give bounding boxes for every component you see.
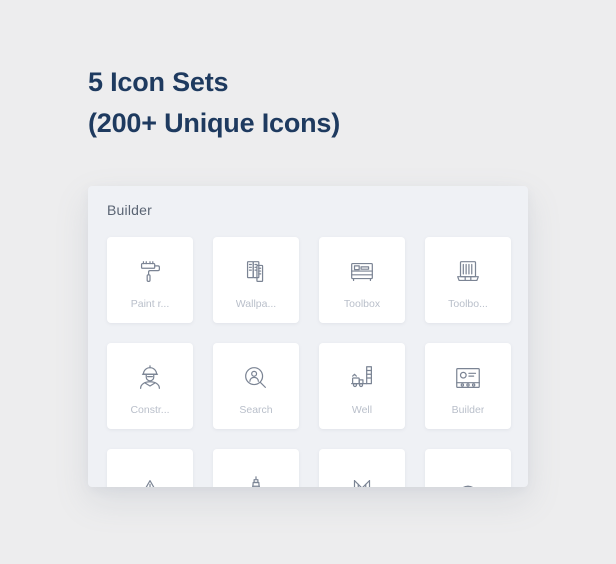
icon-card[interactable]: Paint r... xyxy=(107,237,193,323)
icon-set-panel: Builder Paint r... Wallpa... Toolbox Too… xyxy=(88,186,528,487)
paint-roller-icon xyxy=(133,255,167,289)
page-title-line-1: 5 Icon Sets xyxy=(88,67,229,97)
icon-card[interactable]: Wallpa... xyxy=(213,237,299,323)
icon-card[interactable]: Search xyxy=(213,343,299,429)
blueprint-board-icon xyxy=(451,361,485,395)
icon-label: Constr... xyxy=(130,403,170,416)
icon-label: Builder xyxy=(451,403,485,416)
icon-label: Wallpa... xyxy=(235,297,277,310)
toolbox-shelf-icon xyxy=(345,255,379,289)
panel-title: Builder xyxy=(107,202,152,218)
tent-structure-icon xyxy=(133,473,167,487)
page-title: 5 Icon Sets (200+ Unique Icons) xyxy=(88,62,340,144)
icon-card[interactable] xyxy=(107,449,193,487)
lighthouse-icon xyxy=(239,473,273,487)
icon-label: Well xyxy=(351,403,373,416)
icon-card[interactable]: Builder xyxy=(425,343,511,429)
icon-label: Toolbo... xyxy=(448,297,488,310)
dome-icon xyxy=(451,473,485,487)
icon-label: Toolbox xyxy=(343,297,381,310)
icon-card[interactable]: Toolbox xyxy=(319,237,405,323)
icon-label: Paint r... xyxy=(130,297,170,310)
wallpaper-icon xyxy=(239,255,273,289)
toolbox-open-icon xyxy=(451,255,485,289)
page-title-line-2: (200+ Unique Icons) xyxy=(88,108,341,138)
icon-card[interactable] xyxy=(319,449,405,487)
bridge-icon xyxy=(345,473,379,487)
icon-card[interactable]: Constr... xyxy=(107,343,193,429)
icon-card[interactable]: Well xyxy=(319,343,405,429)
icon-card[interactable] xyxy=(425,449,511,487)
search-person-icon xyxy=(239,361,273,395)
icon-label: Search xyxy=(239,403,273,416)
icon-card[interactable]: Toolbo... xyxy=(425,237,511,323)
icon-card[interactable] xyxy=(213,449,299,487)
construction-worker-icon xyxy=(133,361,167,395)
oil-well-icon xyxy=(345,361,379,395)
icon-grid: Paint r... Wallpa... Toolbox Toolbo... C… xyxy=(107,237,511,487)
